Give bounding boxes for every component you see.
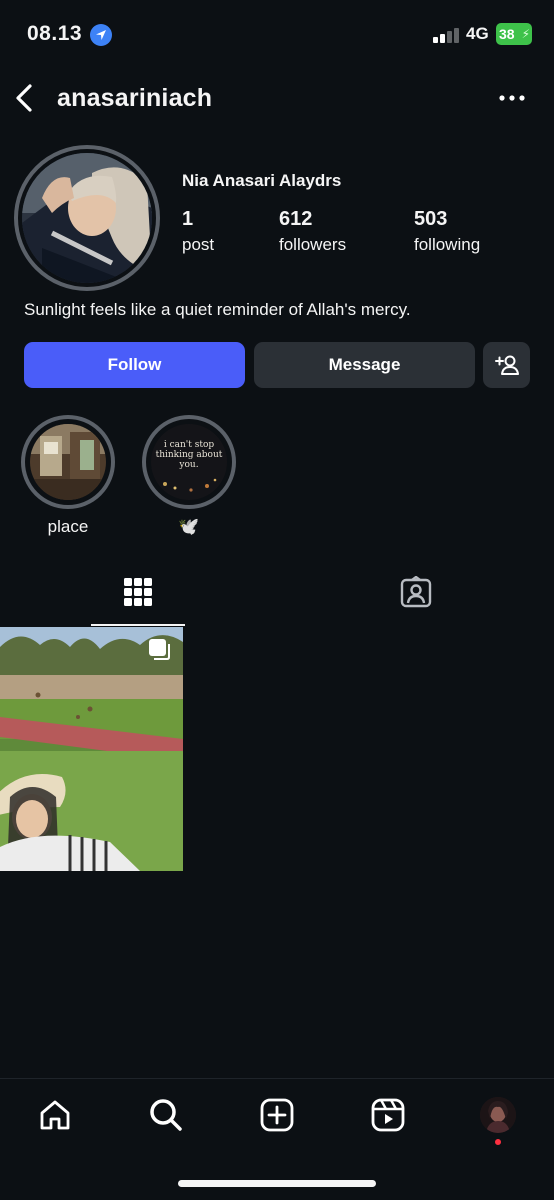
stat-label: post: [182, 235, 215, 254]
highlight-cover-text: i can't stop thinking about you.: [155, 440, 223, 470]
home-icon: [40, 1100, 70, 1130]
following-count[interactable]: 503 following: [414, 208, 480, 255]
notification-dot: [495, 1139, 501, 1145]
display-name: Nia Anasari Alaydrs: [182, 171, 342, 190]
highlight-label: place: [47, 517, 89, 536]
profile-header: anasariniach: [0, 70, 554, 126]
avatar-photo: [22, 153, 152, 283]
multiple-photos-icon: [149, 639, 170, 660]
posts-count[interactable]: 1 post: [182, 208, 214, 255]
post-image: [0, 627, 183, 871]
home-indicator: [178, 1180, 376, 1187]
nav-create-button[interactable]: [255, 1093, 299, 1137]
nav-search-button[interactable]: [144, 1093, 188, 1137]
followers-count[interactable]: 612 followers: [279, 208, 346, 255]
stat-value: 1: [182, 208, 194, 230]
highlight-ring: [21, 415, 115, 509]
search-icon: [150, 1099, 182, 1131]
signal-icon: [433, 27, 461, 43]
grid-icon: [124, 578, 152, 606]
story-highlight[interactable]: place: [20, 415, 116, 537]
tab-posts[interactable]: [91, 570, 185, 626]
post-thumbnail[interactable]: [0, 627, 183, 871]
profile-bio: Sunlight feels like a quiet reminder of …: [24, 300, 411, 319]
status-bar: 08.13 4G 38 ⚡: [0, 0, 554, 70]
chevron-left-icon: [16, 84, 32, 112]
more-horizontal-icon: [499, 95, 525, 101]
more-options-button[interactable]: [497, 90, 527, 106]
page-title: anasariniach: [57, 84, 213, 112]
highlight-cover: [30, 424, 106, 500]
stat-value: 612: [279, 208, 313, 230]
stat-label: followers: [279, 235, 347, 254]
highlight-ring: i can't stop thinking about you.: [142, 415, 236, 509]
reels-icon: [371, 1098, 405, 1132]
stat-value: 503: [414, 208, 448, 230]
nav-profile-button[interactable]: [480, 1097, 516, 1133]
nav-home-button[interactable]: [33, 1093, 77, 1137]
tab-tagged[interactable]: [368, 570, 462, 626]
back-button[interactable]: [10, 80, 40, 116]
follow-button[interactable]: Follow: [24, 342, 245, 388]
create-icon: [260, 1098, 294, 1132]
battery-icon: 38 ⚡: [496, 23, 532, 45]
nav-reels-button[interactable]: [366, 1093, 410, 1137]
network-type: 4G: [466, 24, 489, 43]
tagged-person-icon: [400, 576, 432, 608]
suggest-users-button[interactable]: [483, 342, 530, 388]
avatar: [480, 1097, 516, 1133]
story-highlight[interactable]: i can't stop thinking about you. 🕊️: [141, 415, 237, 537]
stat-label: following: [414, 235, 481, 254]
location-arrow-icon: [90, 24, 112, 46]
battery-level: 38: [499, 26, 515, 42]
message-button[interactable]: Message: [254, 342, 475, 388]
profile-avatar[interactable]: [14, 145, 160, 291]
add-user-icon: [495, 355, 519, 375]
highlight-label: 🕊️: [178, 517, 200, 536]
status-time: 08.13: [27, 22, 83, 45]
profile-tabs: [0, 570, 554, 626]
highlight-cover: i can't stop thinking about you.: [151, 424, 227, 500]
